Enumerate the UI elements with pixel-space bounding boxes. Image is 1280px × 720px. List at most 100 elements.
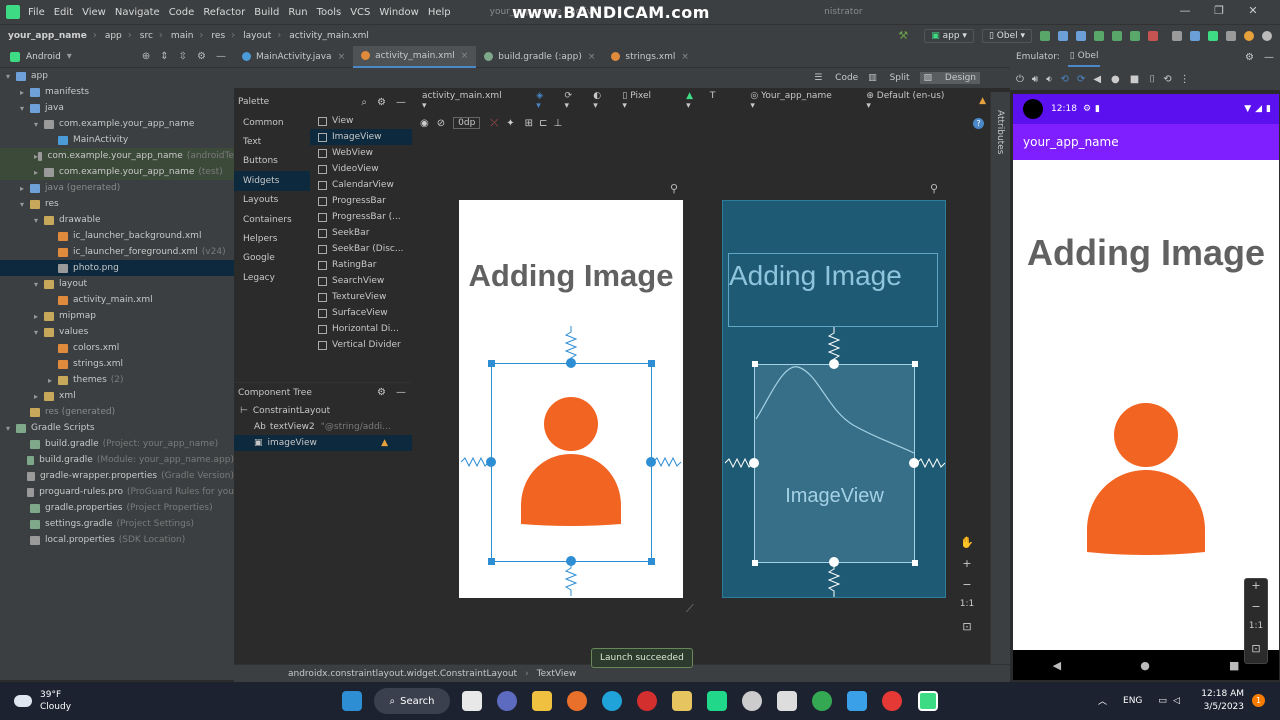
chevron-right-icon[interactable]: ▸ <box>20 184 30 193</box>
project-tree-item[interactable]: ▸ manifests <box>0 84 234 100</box>
project-tree-item[interactable]: ▾ java <box>0 100 234 116</box>
project-tree-item[interactable]: local.properties (SDK Location) <box>0 532 234 548</box>
project-tree-item[interactable]: ▸ xml <box>0 388 234 404</box>
chevron-right-icon[interactable]: ▸ <box>34 168 44 177</box>
breadcrumb-item[interactable]: your_app_name <box>8 31 87 41</box>
project-tree-item[interactable]: strings.xml <box>0 356 234 372</box>
constraint-anchor-bottom[interactable] <box>829 557 839 567</box>
search-icon[interactable] <box>1226 30 1236 41</box>
eye-icon[interactable]: ◉ <box>420 118 429 129</box>
breadcrumb-item[interactable]: res <box>211 31 225 41</box>
project-tree-item[interactable]: build.gradle (Module: your_app_name.app) <box>0 452 234 468</box>
palette-item[interactable]: View <box>310 113 412 129</box>
breadcrumb-item[interactable]: main <box>171 31 194 41</box>
display-icon[interactable]: ▭ <box>1158 696 1167 706</box>
project-tree-item[interactable]: ▾ com.example.your_app_name <box>0 116 234 132</box>
apply-code-icon[interactable] <box>1076 30 1086 41</box>
breadcrumb-item[interactable]: layout <box>243 31 271 41</box>
project-tree-item[interactable]: colors.xml <box>0 340 234 356</box>
chevron-right-icon[interactable]: ▸ <box>34 392 44 401</box>
chevron-down-icon[interactable]: ▾ <box>34 280 44 289</box>
locale-select[interactable]: ⊕ Default (en-us) ▾ <box>866 91 965 111</box>
pycharm-icon[interactable] <box>707 691 727 711</box>
expand-all-icon[interactable]: ⇳ <box>179 51 187 62</box>
taskbar-search[interactable]: ⌕ Search <box>374 688 450 714</box>
volume-down-icon[interactable]: 🔉︎ <box>1046 74 1052 85</box>
system-clock[interactable]: 12:18 AM 3/5/2023 <box>1198 688 1244 714</box>
profile-icon[interactable] <box>1112 30 1122 41</box>
snapshot-icon[interactable]: ⟲ <box>1163 74 1171 85</box>
split-mode-button[interactable]: ▥ Split <box>868 73 909 83</box>
chevron-down-icon[interactable]: ▾ <box>6 424 16 433</box>
close-icon[interactable]: × <box>588 52 596 62</box>
edge-icon[interactable] <box>602 691 622 711</box>
zoom-actual-button[interactable]: 1:1 <box>1245 621 1267 642</box>
project-tree-item[interactable]: ▾ res <box>0 196 234 212</box>
constraint-anchor-bottom[interactable] <box>566 556 576 566</box>
menu-item-file[interactable]: File <box>28 7 45 18</box>
component-tree-row[interactable]: Ab textView2 "@string/addi... <box>234 419 412 435</box>
palette-category[interactable]: Buttons <box>234 152 310 171</box>
palette-category[interactable]: Layouts <box>234 191 310 210</box>
align-icon[interactable]: ⊏ <box>539 118 547 129</box>
hide-icon[interactable]: — <box>216 51 226 62</box>
attach-debugger-icon[interactable] <box>1130 30 1140 41</box>
language-indicator[interactable]: ENG <box>1123 696 1142 706</box>
chrome-icon[interactable] <box>812 691 832 711</box>
home-icon[interactable]: ● <box>1111 74 1120 85</box>
layout-file-select[interactable]: activity_main.xml ▾ <box>422 91 522 111</box>
rotate-right-icon[interactable]: ⟳ <box>1077 74 1085 85</box>
chevron-up-icon[interactable]: ︿ <box>1098 694 1107 707</box>
more-icon[interactable]: ⋮ <box>1180 74 1190 85</box>
palette-item[interactable]: TextureView <box>310 289 412 305</box>
resize-handle[interactable] <box>488 558 495 565</box>
design-mode-button[interactable]: ▨ Design <box>919 72 980 84</box>
warning-icon[interactable]: ▲ <box>979 96 986 106</box>
menu-item-refactor[interactable]: Refactor <box>203 7 245 18</box>
pin-icon[interactable]: ⚲ <box>930 182 938 195</box>
menu-item-view[interactable]: View <box>82 7 106 18</box>
weather-widget[interactable]: 39°F Cloudy <box>14 689 71 713</box>
stop-icon[interactable] <box>1148 30 1158 41</box>
palette-item[interactable]: SeekBar (Disc... <box>310 241 412 257</box>
close-icon[interactable]: ✕ <box>1236 4 1270 17</box>
project-tree-item[interactable]: ▾ Gradle Scripts <box>0 420 234 436</box>
hide-icon[interactable]: — <box>396 97 406 108</box>
palette-category[interactable]: Text <box>234 132 310 151</box>
hammer-icon[interactable]: ⚒ <box>898 29 908 42</box>
constraint-anchor-top[interactable] <box>829 359 839 369</box>
infer-constraints-icon[interactable]: ✦ <box>506 118 514 129</box>
layers-icon[interactable]: ◈ ▾ <box>536 91 550 111</box>
cat-app-icon[interactable] <box>742 691 762 711</box>
palette-item[interactable]: ImageView <box>310 129 412 145</box>
device-manager-icon[interactable] <box>1190 30 1200 41</box>
emulator-screen[interactable]: 12:18 ⚙ ▮ ▼ ◢ ▮ your_app_name Adding Ima… <box>1013 94 1279 650</box>
rotate-left-icon[interactable]: ⟲ <box>1061 74 1069 85</box>
nav-back-icon[interactable]: ◀ <box>1053 659 1061 672</box>
zoom-fit-icon[interactable]: ⊡ <box>956 620 978 641</box>
default-margin-select[interactable]: 0dp <box>453 117 481 129</box>
project-tree-item[interactable]: ▸ themes (2) <box>0 372 234 388</box>
component-tree-row[interactable]: ⊢ ConstraintLayout <box>234 403 412 419</box>
project-tree-item[interactable]: ▸ com.example.your_app_name (androidTe <box>0 148 234 164</box>
orientation-icon[interactable]: ⟳ ▾ <box>564 91 579 111</box>
editor-tab[interactable]: MainActivity.java × <box>234 46 353 68</box>
palette-item[interactable]: Vertical Divider <box>310 337 412 353</box>
chevron-down-icon[interactable]: ▾ <box>20 200 30 209</box>
resize-handle[interactable] <box>912 560 918 566</box>
hide-icon[interactable]: — <box>1264 52 1274 63</box>
speaker-icon[interactable]: ◁ <box>1173 696 1180 706</box>
menu-item-edit[interactable]: Edit <box>54 7 73 18</box>
breadcrumb-item[interactable]: activity_main.xml <box>289 31 369 41</box>
magnet-icon[interactable]: ⊘ <box>437 118 445 129</box>
pan-icon[interactable]: ✋ <box>956 536 978 557</box>
code-mode-button[interactable]: ☰ Code <box>814 73 858 83</box>
sdk-manager-icon[interactable] <box>1208 30 1218 41</box>
palette-category[interactable]: Helpers <box>234 229 310 248</box>
constraint-anchor-left[interactable] <box>749 458 759 468</box>
warning-icon[interactable]: ▲ <box>381 438 388 448</box>
camera-icon[interactable]: ⌷ <box>1149 74 1155 85</box>
palette-category[interactable]: Containers <box>234 210 310 229</box>
project-tree-item[interactable]: proguard-rules.pro (ProGuard Rules for yo… <box>0 484 234 500</box>
collapse-all-icon[interactable]: ⇕ <box>160 51 168 62</box>
